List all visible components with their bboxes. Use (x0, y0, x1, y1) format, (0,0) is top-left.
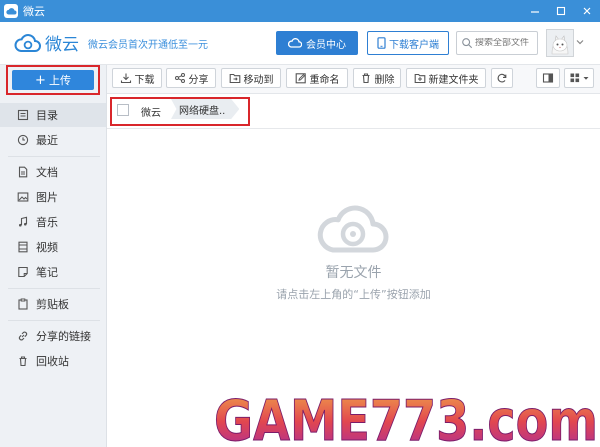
select-all-checkbox[interactable] (117, 104, 129, 116)
sidebar-item-clipboard[interactable]: 剪贴板 (0, 292, 106, 316)
cat-avatar-icon (547, 30, 573, 56)
upload-label: 上传 (48, 74, 71, 87)
directory-icon (16, 108, 30, 122)
refresh-button[interactable] (491, 68, 513, 88)
sidebar-item-label: 视频 (36, 241, 58, 254)
empty-title: 暂无文件 (325, 265, 382, 281)
cloud-logo-icon (14, 33, 41, 52)
sidebar-item-documents[interactable]: 文档 (0, 160, 106, 184)
download-client-button[interactable]: 下载客户端 (367, 31, 449, 55)
chevron-down-icon[interactable] (576, 39, 584, 45)
sidebar-item-label: 剪贴板 (36, 298, 69, 311)
sidebar-item-notes[interactable]: 笔记 (0, 260, 106, 284)
delete-button[interactable]: 删除 (353, 68, 401, 88)
breadcrumb-current[interactable]: 网络硬盘.. (171, 99, 240, 119)
logo-text: 微云 (45, 35, 79, 55)
avatar[interactable] (546, 29, 574, 57)
sidebar-item-recent[interactable]: 最近 (0, 128, 106, 152)
sidebar-item-shared-links[interactable]: 分享的链接 (0, 324, 106, 348)
sidebar-item-label: 目录 (36, 109, 58, 122)
download-button[interactable]: 下载 (112, 68, 162, 88)
clipboard-icon (16, 297, 30, 311)
maximize-button[interactable] (548, 0, 574, 22)
sidebar-item-label: 笔记 (36, 266, 58, 279)
image-icon (16, 190, 30, 204)
window-title: 微云 (23, 5, 45, 18)
sidebar: + 上传 目录 最近 文档 图片 音乐 视频 笔记 剪贴板 分享的链接 回收站 (0, 65, 107, 447)
music-icon (16, 215, 30, 229)
move-to-label: 移动到 (243, 74, 274, 86)
link-icon (16, 329, 30, 343)
title-bar: 微云 (0, 0, 600, 22)
sidebar-item-label: 文档 (36, 166, 58, 179)
clock-icon (16, 133, 30, 147)
empty-cloud-icon (317, 205, 389, 253)
sidebar-item-label: 图片 (36, 191, 58, 204)
rename-label: 重命名 (309, 74, 340, 86)
download-client-label: 下载客户端 (389, 39, 439, 51)
video-icon (16, 240, 30, 254)
sidebar-item-music[interactable]: 音乐 (0, 210, 106, 234)
download-label: 下载 (134, 74, 155, 86)
minimize-button[interactable] (522, 0, 548, 22)
search-icon (462, 38, 473, 49)
divider (8, 320, 100, 321)
download-icon (120, 73, 131, 84)
breadcrumb: 微云 网络硬盘.. (107, 94, 600, 129)
trash-icon (16, 354, 30, 368)
breadcrumb-root[interactable]: 微云 (141, 104, 161, 119)
watermark: GAME773.com (214, 389, 599, 447)
move-folder-icon (229, 73, 240, 84)
sidebar-item-label: 回收站 (36, 355, 69, 368)
detail-panel-toggle[interactable] (536, 68, 560, 88)
delete-label: 删除 (374, 74, 395, 86)
search-box[interactable] (456, 31, 538, 55)
new-folder-label: 新建文件夹 (428, 74, 479, 86)
search-input[interactable] (473, 38, 537, 48)
plus-icon: + (35, 72, 46, 88)
chevron-down-icon (583, 76, 588, 80)
share-label: 分享 (188, 74, 209, 86)
empty-hint: 请点击左上角的“上传”按钮添加 (276, 288, 431, 301)
sidebar-item-directory[interactable]: 目录 (0, 103, 106, 127)
divider (8, 288, 100, 289)
rename-button[interactable]: 重命名 (286, 68, 348, 88)
logo[interactable]: 微云 (14, 30, 79, 55)
toolbar: 下载 分享 移动到 重命名 删除 新建文件夹 (107, 65, 600, 94)
note-icon (16, 265, 30, 279)
sidebar-item-images[interactable]: 图片 (0, 185, 106, 209)
share-icon (174, 73, 185, 83)
upload-button[interactable]: + 上传 (12, 70, 94, 90)
view-mode-button[interactable] (564, 68, 594, 88)
grid-icon (570, 73, 579, 83)
new-folder-icon (414, 73, 425, 84)
vip-cloud-icon (288, 38, 302, 48)
breadcrumb-current-label: 网络硬盘.. (179, 105, 226, 117)
sidebar-item-label: 最近 (36, 134, 58, 147)
share-button[interactable]: 分享 (166, 68, 216, 88)
edit-icon (295, 73, 306, 84)
trash-icon (362, 73, 369, 84)
move-to-button[interactable]: 移动到 (221, 68, 281, 88)
document-icon (16, 165, 30, 179)
phone-icon (377, 37, 386, 49)
promo-link[interactable]: 微云会员首次开通低至一元 (88, 36, 208, 51)
header: 微云 微云会员首次开通低至一元 会员中心 下载客户端 (0, 22, 600, 65)
watermark-text: GAME773.com (214, 389, 598, 447)
sidebar-item-recycle-bin[interactable]: 回收站 (0, 349, 106, 373)
sidebar-item-video[interactable]: 视频 (0, 235, 106, 259)
new-folder-button[interactable]: 新建文件夹 (406, 68, 486, 88)
vip-center-label: 会员中心 (306, 39, 346, 51)
panel-icon (542, 73, 554, 83)
vip-center-button[interactable]: 会员中心 (276, 31, 358, 55)
close-button[interactable] (574, 0, 600, 22)
sidebar-item-label: 分享的链接 (36, 330, 91, 343)
refresh-icon (497, 73, 507, 83)
app-cloud-icon (4, 4, 18, 18)
upload-highlight: + 上传 (6, 65, 100, 95)
sidebar-item-label: 音乐 (36, 216, 58, 229)
divider (8, 156, 100, 157)
